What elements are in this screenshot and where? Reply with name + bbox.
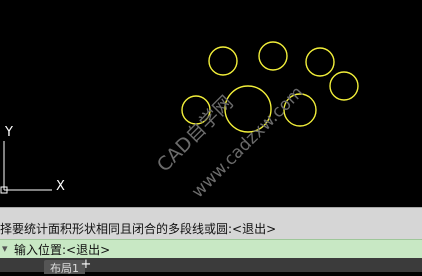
ucs-icon (0, 141, 52, 194)
command-history-text: 择要统计面积形状相同且闭合的多段线或圆:<退出> (0, 222, 277, 236)
command-line[interactable]: ▾ 输入位置:<退出> (0, 239, 422, 258)
add-tab-button[interactable]: + (80, 258, 92, 272)
circle-shape[interactable] (305, 47, 335, 77)
circle-shape[interactable] (329, 71, 359, 101)
layout-tabbar: 布局1 + (0, 258, 422, 275)
drawing-canvas[interactable]: Y X CAD自学网 www.cadzxw.com (0, 0, 422, 207)
command-dropdown-icon[interactable]: ▾ (2, 242, 8, 255)
command-prompt[interactable]: 输入位置:<退出> (14, 241, 110, 258)
ucs-x-label: X (56, 179, 65, 194)
command-history: 择要统计面积形状相同且闭合的多段线或圆:<退出> (0, 207, 422, 239)
ucs-y-label: Y (4, 125, 13, 140)
circle-shape[interactable] (208, 46, 238, 76)
circle-shape[interactable] (258, 41, 288, 71)
